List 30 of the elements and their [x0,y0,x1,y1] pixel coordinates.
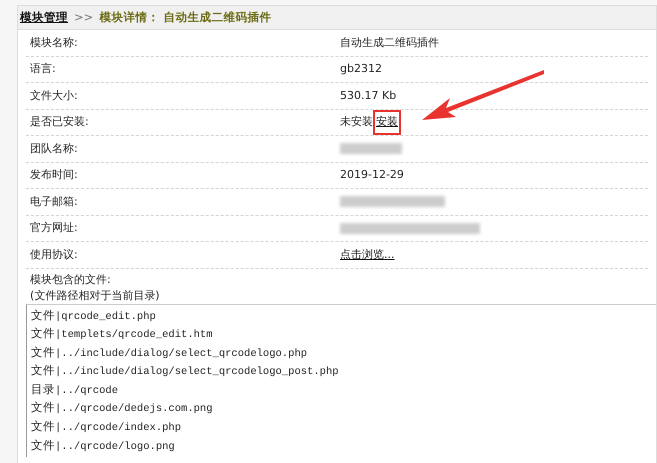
field-label: 团队名称: [29,140,79,156]
page-title: 模块详情： 自动生成二维码插件 [99,8,272,26]
blurred-value [340,143,402,154]
file-entry: 文件|../qrcode/index.php [31,418,182,436]
breadcrumb-link[interactable]: 模块管理 [20,8,68,26]
field-label: 使用协议: [29,246,79,262]
agreement-link[interactable]: 点击浏览... [340,246,394,263]
field-value: 未安装 [340,114,373,130]
file-entry: 文件|../qrcode/logo.png [31,436,176,455]
field-label: 发布时间: [29,167,79,183]
files-note: (文件路径相对于当前目录) [30,288,161,304]
field-value: gb2312 [340,61,382,77]
field-label: 电子邮箱: [29,194,79,210]
file-entry: 文件|../include/dialog/select_qrcodelogo_post.php [31,362,340,380]
file-entry: 文件|qrcode_edit.php [31,306,157,324]
file-entry: 文件|../qrcode/dedejs.com.png [31,399,214,418]
field-value: 2019-12-29 [340,167,404,183]
field-label: 模块名称: [29,34,79,50]
install-link[interactable]: 安装 [376,115,398,128]
file-entry: 文件|../include/dialog/select_qrcodelogo.php [31,344,308,362]
file-entry: 文件|templets/qrcode_edit.htm [31,325,214,344]
file-entry: 目录|../qrcode [31,380,120,399]
field-label: 文件大小: [29,88,79,104]
field-label: 是否已安装: [29,114,90,130]
field-value: 自动生成二维码插件 [340,34,439,50]
files-label: 模块包含的文件: [30,272,112,288]
field-value: 530.17 Kb [340,88,396,104]
breadcrumb-separator: >> [74,8,94,26]
field-label: 官方网址: [29,220,79,236]
field-label: 语言: [29,61,57,77]
